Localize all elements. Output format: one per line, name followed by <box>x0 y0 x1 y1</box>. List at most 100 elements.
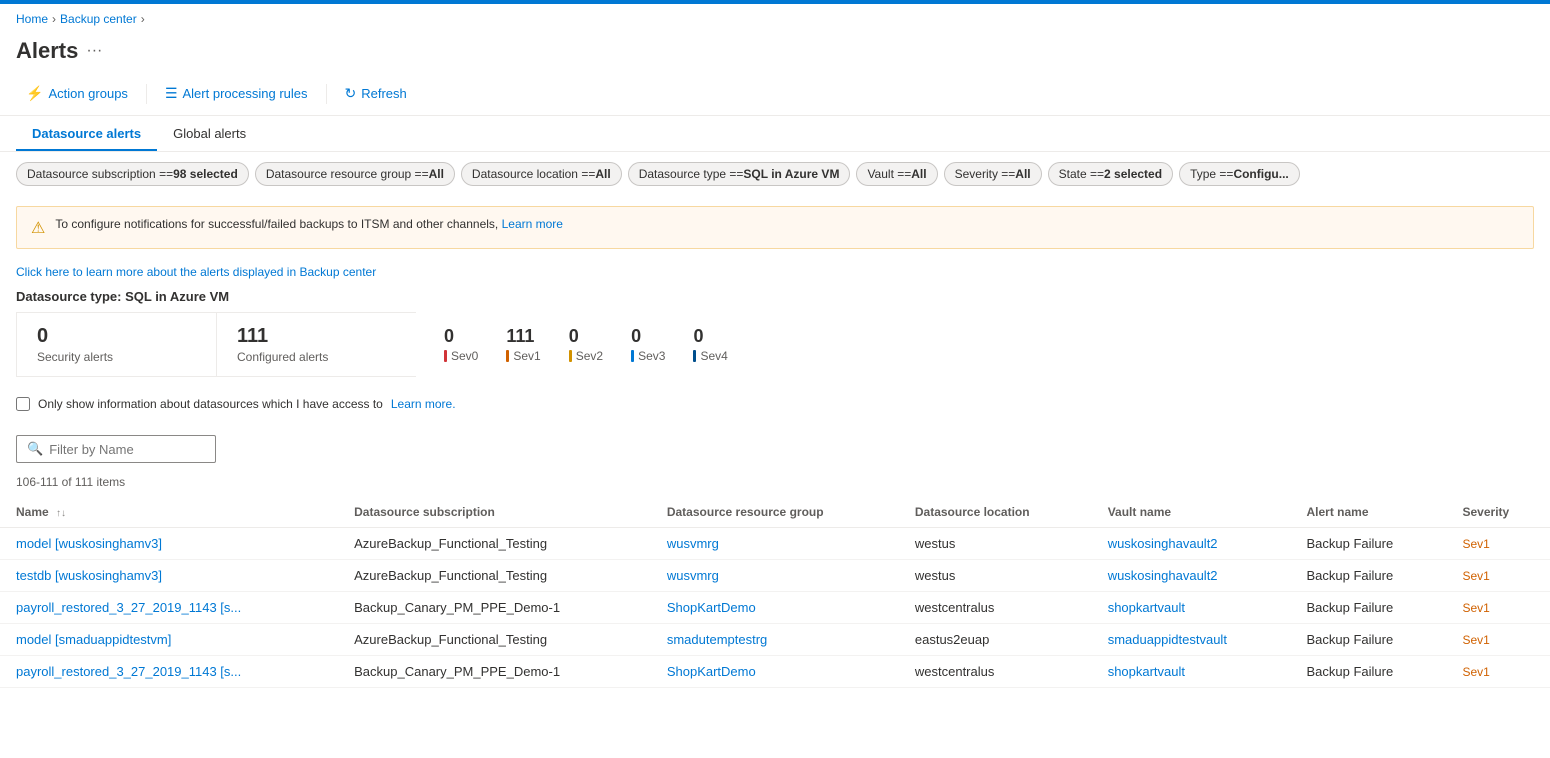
filter-rg-text: Datasource resource group == <box>266 167 429 181</box>
toolbar-divider-1 <box>146 84 147 104</box>
filters-bar: Datasource subscription == 98 selected D… <box>0 152 1550 196</box>
tab-global-alerts[interactable]: Global alerts <box>157 116 262 151</box>
filter-resource-group[interactable]: Datasource resource group == All <box>255 162 455 186</box>
filter-vault[interactable]: Vault == All <box>856 162 937 186</box>
sev3-count: 0 <box>631 326 641 347</box>
cell-subscription: Backup_Canary_PM_PPE_Demo-1 <box>338 592 651 624</box>
cell-resource-group: wusvmrg <box>651 528 899 560</box>
security-alerts-count: 0 <box>37 325 196 348</box>
alert-processing-rules-button[interactable]: ☰ Alert processing rules <box>155 80 318 107</box>
table-body: model [wuskosinghamv3] AzureBackup_Funct… <box>0 528 1550 688</box>
filter-subscription[interactable]: Datasource subscription == 98 selected <box>16 162 249 186</box>
table-header: Name ↑↓ Datasource subscription Datasour… <box>0 497 1550 528</box>
sev1-label: Sev1 <box>513 349 540 363</box>
severity-badge: Sev1 <box>1463 665 1490 679</box>
row-name-link[interactable]: model [wuskosinghamv3] <box>16 536 162 551</box>
cell-location: westcentralus <box>899 656 1092 688</box>
refresh-button[interactable]: ↻ Refresh <box>335 80 417 107</box>
filter-type[interactable]: Datasource type == SQL in Azure VM <box>628 162 851 186</box>
cell-severity: Sev1 <box>1447 528 1550 560</box>
sev4-bar-icon <box>693 350 696 362</box>
filter-vault-value: All <box>911 167 926 181</box>
table-row: testdb [wuskosinghamv3] AzureBackup_Func… <box>0 560 1550 592</box>
filter-state[interactable]: State == 2 selected <box>1048 162 1173 186</box>
severity-badge: Sev1 <box>1463 633 1490 647</box>
table-row: model [wuskosinghamv3] AzureBackup_Funct… <box>0 528 1550 560</box>
row-name-link[interactable]: payroll_restored_3_27_2019_1143 [s... <box>16 664 241 679</box>
cell-vault-name: wuskosinghavault2 <box>1092 560 1291 592</box>
severity-badge: Sev1 <box>1463 601 1490 615</box>
filter-alert-type[interactable]: Type == Configu... <box>1179 162 1300 186</box>
warning-text: To configure notifications for successfu… <box>55 217 563 231</box>
filter-vault-text: Vault == <box>867 167 911 181</box>
filter-input-row: 🔍 <box>0 427 1550 471</box>
configured-alerts-card[interactable]: 111 Configured alerts <box>216 312 416 377</box>
cell-subscription: AzureBackup_Functional_Testing <box>338 528 651 560</box>
toolbar-divider-2 <box>326 84 327 104</box>
info-link[interactable]: Click here to learn more about the alert… <box>0 259 1550 285</box>
sev2-bar-icon <box>569 350 572 362</box>
cell-severity: Sev1 <box>1447 656 1550 688</box>
cell-resource-group: wusvmrg <box>651 560 899 592</box>
filter-loc-value: All <box>595 167 610 181</box>
breadcrumb: Home › Backup center › <box>0 4 1550 34</box>
filter-subscription-value: 98 selected <box>173 167 238 181</box>
action-groups-button[interactable]: ⚡ Action groups <box>16 80 138 107</box>
sev3-item: 0 Sev3 <box>631 326 665 363</box>
data-table: Name ↑↓ Datasource subscription Datasour… <box>0 497 1550 688</box>
row-vault-link[interactable]: wuskosinghavault2 <box>1108 536 1218 551</box>
refresh-icon: ↻ <box>345 85 357 102</box>
page-menu-dots[interactable]: ··· <box>86 42 102 60</box>
tab-datasource-alerts[interactable]: Datasource alerts <box>16 116 157 151</box>
filter-location[interactable]: Datasource location == All <box>461 162 622 186</box>
sev1-item: 111 Sev1 <box>506 326 540 363</box>
search-input[interactable] <box>49 442 205 457</box>
row-rg-link[interactable]: smadutemptestrg <box>667 632 767 647</box>
table-row: model [smaduappidtestvm] AzureBackup_Fun… <box>0 624 1550 656</box>
cell-subscription: Backup_Canary_PM_PPE_Demo-1 <box>338 656 651 688</box>
checkbox-label: Only show information about datasources … <box>38 397 383 411</box>
cell-name: model [wuskosinghamv3] <box>0 528 338 560</box>
sev3-bar-icon <box>631 350 634 362</box>
row-rg-link[interactable]: wusvmrg <box>667 568 719 583</box>
col-severity: Severity <box>1447 497 1550 528</box>
filter-loc-text: Datasource location == <box>472 167 595 181</box>
table-row: payroll_restored_3_27_2019_1143 [s... Ba… <box>0 592 1550 624</box>
checkbox-learn-more-link[interactable]: Learn more. <box>391 397 456 411</box>
page-header: Alerts ··· <box>0 34 1550 76</box>
security-alerts-card[interactable]: 0 Security alerts <box>16 312 216 377</box>
access-checkbox[interactable] <box>16 397 30 411</box>
filter-input-container: 🔍 <box>16 435 216 463</box>
col-location: Datasource location <box>899 497 1092 528</box>
cell-vault-name: shopkartvault <box>1092 592 1291 624</box>
filter-type-text: Datasource type == <box>639 167 744 181</box>
row-vault-link[interactable]: shopkartvault <box>1108 664 1185 679</box>
row-vault-link[interactable]: smaduappidtestvault <box>1108 632 1227 647</box>
cell-name: testdb [wuskosinghamv3] <box>0 560 338 592</box>
row-name-link[interactable]: payroll_restored_3_27_2019_1143 [s... <box>16 600 241 615</box>
cell-alert-name: Backup Failure <box>1290 592 1446 624</box>
row-rg-link[interactable]: ShopKartDemo <box>667 664 756 679</box>
action-groups-icon: ⚡ <box>26 85 43 102</box>
sort-icon-name[interactable]: ↑↓ <box>56 508 66 519</box>
breadcrumb-backup-center[interactable]: Backup center <box>60 12 137 26</box>
row-rg-link[interactable]: ShopKartDemo <box>667 600 756 615</box>
sev3-label: Sev3 <box>638 349 665 363</box>
sev2-item: 0 Sev2 <box>569 326 603 363</box>
row-vault-link[interactable]: wuskosinghavault2 <box>1108 568 1218 583</box>
row-vault-link[interactable]: shopkartvault <box>1108 600 1185 615</box>
tabs: Datasource alerts Global alerts <box>0 116 1550 152</box>
configured-alerts-count: 111 <box>237 325 396 348</box>
breadcrumb-home[interactable]: Home <box>16 12 48 26</box>
cell-severity: Sev1 <box>1447 624 1550 656</box>
row-rg-link[interactable]: wusvmrg <box>667 536 719 551</box>
col-vault-name: Vault name <box>1092 497 1291 528</box>
warning-learn-more-link[interactable]: Learn more <box>502 217 563 231</box>
row-name-link[interactable]: model [smaduappidtestvm] <box>16 632 171 647</box>
filter-severity[interactable]: Severity == All <box>944 162 1042 186</box>
warning-icon: ⚠ <box>31 218 45 238</box>
toolbar: ⚡ Action groups ☰ Alert processing rules… <box>0 76 1550 116</box>
sev1-bar-icon <box>506 350 509 362</box>
cell-alert-name: Backup Failure <box>1290 528 1446 560</box>
row-name-link[interactable]: testdb [wuskosinghamv3] <box>16 568 162 583</box>
